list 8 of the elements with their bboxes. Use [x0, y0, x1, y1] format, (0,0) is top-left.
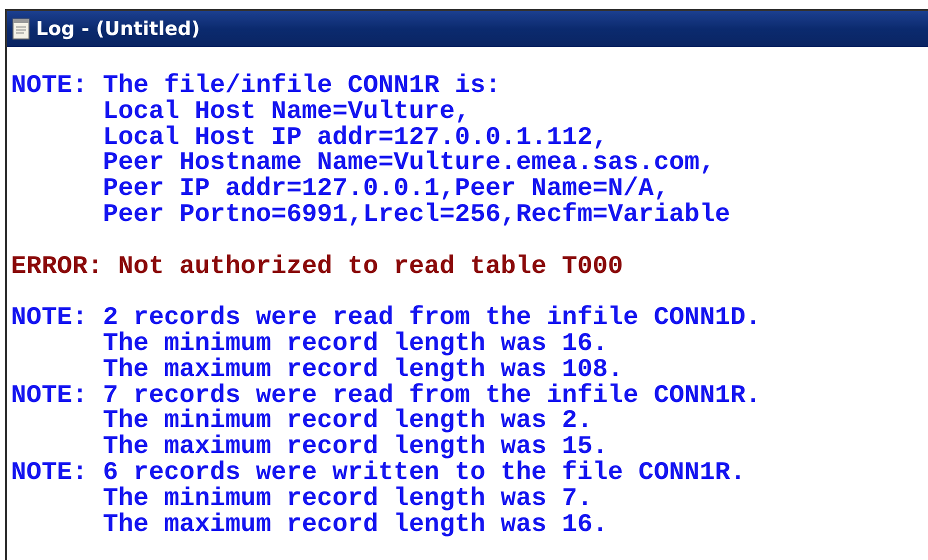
- notepad-icon: [12, 18, 30, 40]
- note-label: NOTE:: [11, 305, 88, 331]
- note-label: NOTE:: [11, 73, 88, 99]
- error-label: ERROR:: [11, 254, 103, 280]
- note-label: NOTE:: [11, 460, 88, 486]
- error-message-line: Not authorized to read table T000: [118, 252, 624, 281]
- window-title: Log - (Untitled): [36, 18, 200, 40]
- note-label: NOTE:: [11, 382, 88, 408]
